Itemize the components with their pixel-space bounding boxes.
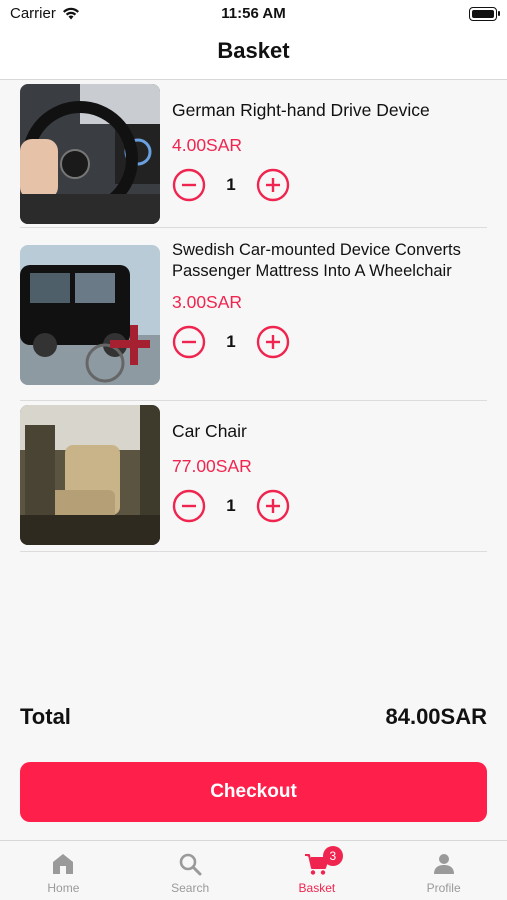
search-icon bbox=[179, 853, 202, 876]
tab-basket[interactable]: 3 Basket bbox=[254, 841, 381, 900]
battery-icon bbox=[469, 7, 500, 21]
decrease-quantity-button[interactable] bbox=[172, 325, 206, 359]
basket-item: German Right-hand Drive Device 4.00SAR 1 bbox=[20, 80, 487, 228]
tab-label: Basket bbox=[298, 881, 336, 895]
increase-quantity-button[interactable] bbox=[256, 168, 290, 202]
minus-circle-icon bbox=[172, 325, 206, 359]
total-label: Total bbox=[20, 704, 71, 729]
quantity-stepper: 1 bbox=[172, 489, 487, 523]
tab-home[interactable]: Home bbox=[0, 841, 127, 900]
item-info: German Right-hand Drive Device 4.00SAR 1 bbox=[172, 100, 487, 202]
tab-search[interactable]: Search bbox=[127, 841, 254, 900]
item-info: Car Chair 77.00SAR 1 bbox=[172, 421, 487, 523]
total-row: Total 84.00SAR bbox=[20, 704, 487, 730]
product-image bbox=[20, 84, 160, 224]
product-image bbox=[20, 405, 160, 545]
increase-quantity-button[interactable] bbox=[256, 489, 290, 523]
basket-list: German Right-hand Drive Device 4.00SAR 1 bbox=[20, 80, 487, 552]
status-bar: Carrier 11:56 AM bbox=[0, 0, 507, 28]
quantity-value: 1 bbox=[226, 332, 236, 351]
nav-bar: Basket bbox=[0, 28, 507, 80]
plus-circle-icon bbox=[256, 325, 290, 359]
decrease-quantity-button[interactable] bbox=[172, 168, 206, 202]
product-name: Car Chair bbox=[172, 421, 247, 441]
increase-quantity-button[interactable] bbox=[256, 325, 290, 359]
product-price: 3.00SAR bbox=[172, 292, 243, 312]
cart-count-badge: 3 bbox=[322, 846, 343, 866]
tab-bar: Home Search 3 Basket Profile bbox=[0, 840, 507, 900]
tab-label: Home bbox=[47, 881, 80, 895]
product-image bbox=[20, 245, 160, 385]
status-time: 11:56 AM bbox=[221, 5, 286, 22]
product-price: 4.00SAR bbox=[172, 135, 243, 155]
checkout-button[interactable]: Checkout bbox=[20, 762, 487, 822]
plus-circle-icon bbox=[256, 489, 290, 523]
decrease-quantity-button[interactable] bbox=[172, 489, 206, 523]
quantity-value: 1 bbox=[226, 175, 236, 194]
home-icon bbox=[53, 854, 74, 874]
quantity-stepper: 1 bbox=[172, 168, 487, 202]
profile-icon bbox=[433, 854, 454, 874]
product-price: 77.00SAR bbox=[172, 456, 252, 476]
minus-circle-icon bbox=[172, 489, 206, 523]
quantity-value: 1 bbox=[226, 496, 236, 515]
basket-item: Car Chair 77.00SAR 1 bbox=[20, 401, 487, 552]
tab-profile[interactable]: Profile bbox=[380, 841, 507, 900]
tab-label: Profile bbox=[426, 881, 461, 895]
product-name: German Right-hand Drive Device bbox=[172, 100, 430, 120]
item-info: Swedish Car-mounted Device Converts Pass… bbox=[172, 240, 487, 359]
tab-label: Search bbox=[171, 881, 210, 895]
quantity-stepper: 1 bbox=[172, 325, 487, 359]
minus-circle-icon bbox=[172, 168, 206, 202]
basket-item: Swedish Car-mounted Device Converts Pass… bbox=[20, 228, 487, 401]
total-value: 84.00SAR bbox=[385, 704, 487, 729]
product-name: Swedish Car-mounted Device Converts Pass… bbox=[172, 241, 461, 280]
page-title: Basket bbox=[217, 38, 290, 63]
plus-circle-icon bbox=[256, 168, 290, 202]
